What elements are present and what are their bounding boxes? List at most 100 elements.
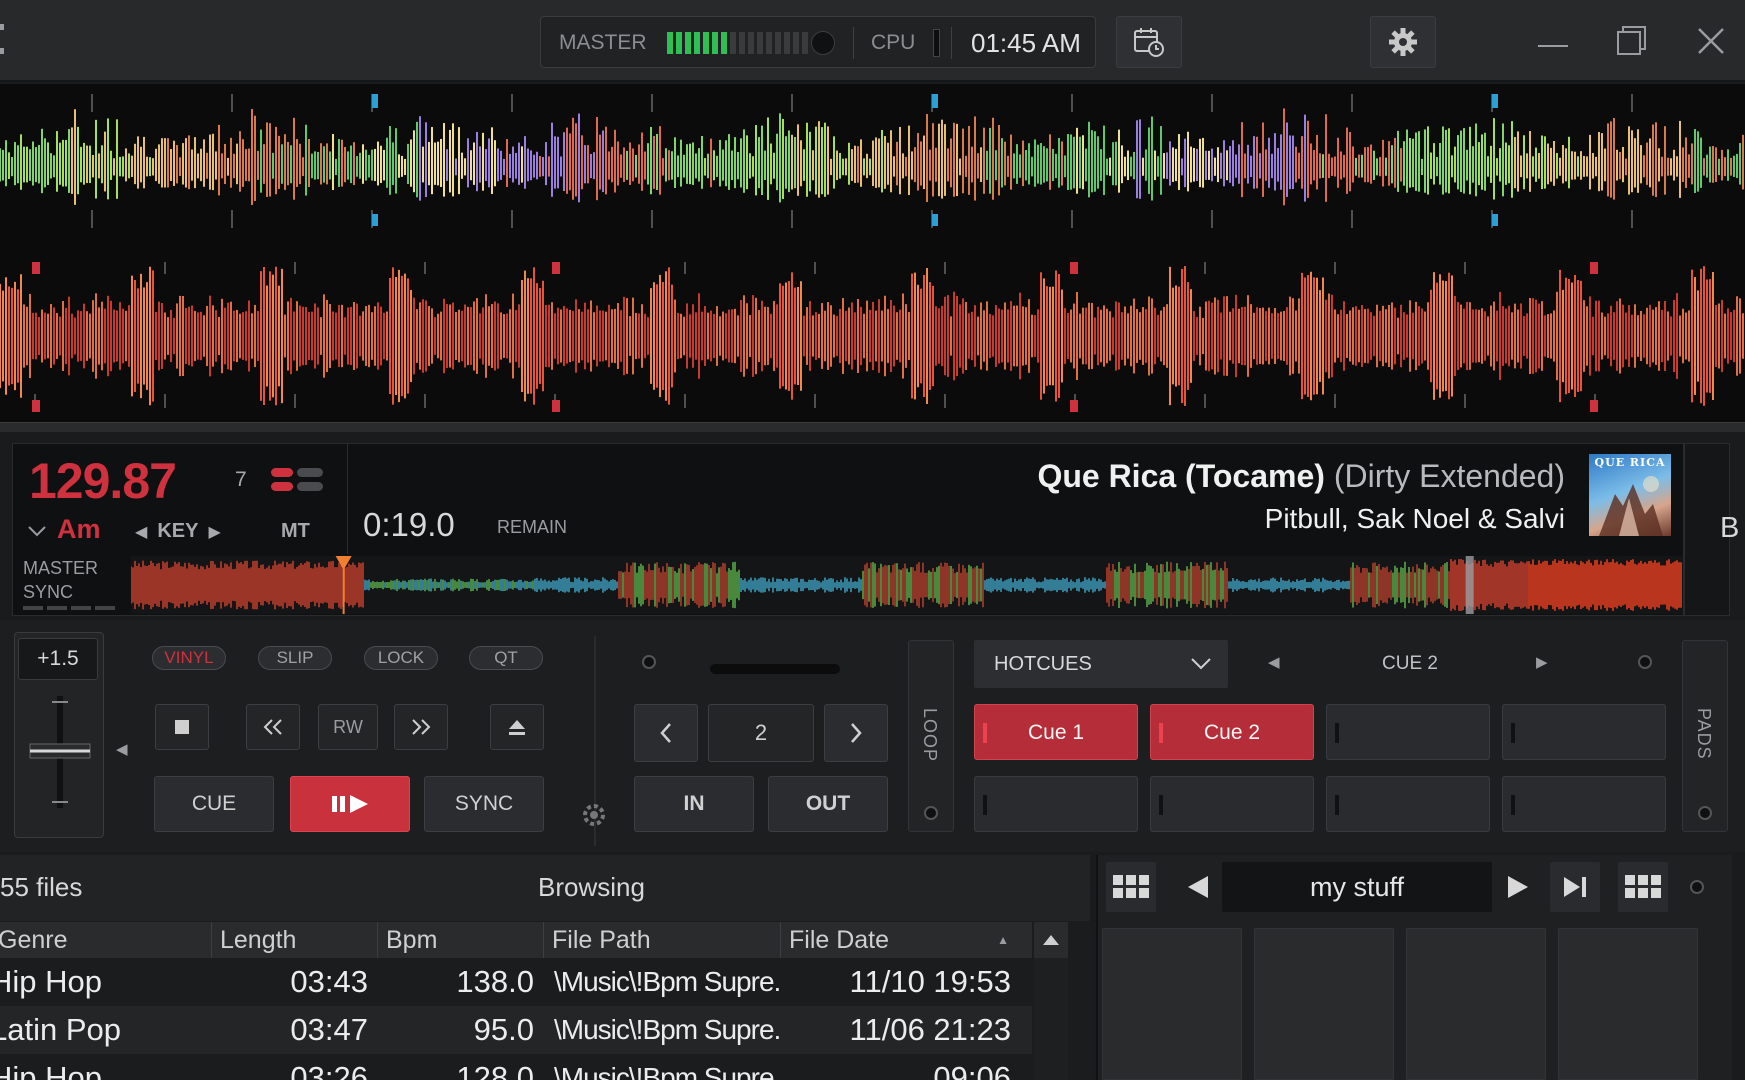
meter-segment (784, 32, 790, 54)
minimize-button[interactable] (1528, 16, 1578, 66)
hotcue-pad-4[interactable] (1502, 704, 1666, 760)
column-file-path[interactable]: File Path (544, 922, 781, 958)
recorder-button[interactable] (1116, 16, 1182, 68)
bpm-display[interactable]: 129.87 (29, 452, 177, 510)
sampler-slot[interactable] (1406, 928, 1546, 1080)
scrolling-waveforms[interactable] (0, 84, 1745, 422)
stop-button[interactable] (155, 704, 209, 750)
pitch-reset-icon[interactable]: ◀ (116, 740, 128, 758)
sampler-slot[interactable] (1102, 928, 1242, 1080)
rw-button[interactable]: RW (318, 704, 378, 750)
loop-out-button[interactable]: OUT (768, 776, 888, 832)
master-level-meter (667, 32, 808, 54)
loop-double-button[interactable] (824, 704, 888, 762)
close-button[interactable] (1686, 16, 1736, 66)
loop-in-button[interactable]: IN (634, 776, 754, 832)
play-pause-button[interactable] (290, 776, 410, 832)
sampler-prev-button[interactable] (1176, 862, 1220, 912)
meter-segment (775, 32, 781, 54)
table-row[interactable]: Hip Hop 03:43 138.0 \Music\!Bpm Supre... 11/… (0, 958, 1032, 1006)
column-genre[interactable]: Genre (0, 922, 212, 958)
triangle-right-icon (1508, 876, 1528, 898)
double-chevron-left-icon (263, 719, 282, 735)
hotcue-pad-2[interactable]: Cue 2 (1150, 704, 1314, 760)
cell-genre: Latin Pop (0, 1012, 121, 1047)
time-mode-label[interactable]: REMAIN (497, 517, 567, 538)
loop-roll-slider[interactable] (710, 664, 840, 674)
vinyl-button[interactable]: VINYL (152, 646, 226, 670)
settings-button[interactable] (1370, 16, 1436, 68)
meter-segment (667, 32, 673, 54)
sampler-grid-button[interactable] (1106, 862, 1156, 912)
hotcue-pad-8[interactable] (1502, 776, 1666, 832)
menu-edge-icon[interactable] (0, 20, 6, 60)
grid-icon (1625, 875, 1661, 898)
loop-side-led[interactable] (924, 806, 938, 820)
pads-led[interactable] (1638, 655, 1652, 669)
chevron-right-icon (851, 723, 862, 743)
hotcue-pad-3[interactable] (1326, 704, 1490, 760)
lock-button[interactable]: LOCK (364, 646, 438, 670)
hotcue-pad-7[interactable] (1326, 776, 1490, 832)
forward-fast-button[interactable] (394, 704, 448, 750)
loop-halve-button[interactable] (634, 704, 698, 762)
meter-segment (703, 32, 709, 54)
album-art-image (1599, 476, 1663, 536)
pitch-slider[interactable] (22, 690, 98, 812)
sort-asc-icon: ▲ (997, 933, 1009, 947)
track-overview-waveform[interactable] (131, 556, 1683, 614)
pitch-range-icon[interactable] (271, 466, 325, 494)
meter-segment (694, 32, 700, 54)
column-file-date-label: File Date (789, 926, 890, 954)
meter-segment (730, 32, 736, 54)
stop-icon (175, 720, 189, 734)
sampler-bank-name[interactable]: my stuff (1222, 862, 1492, 912)
sampler-led[interactable] (1690, 880, 1704, 894)
cell-date: 11/10 19:53 (849, 964, 1011, 999)
pitch-value[interactable]: +1.5 (18, 638, 98, 680)
time-display[interactable]: 0:19.0 (363, 506, 455, 544)
scroll-up-button[interactable] (1034, 922, 1068, 958)
chevron-down-icon[interactable] (27, 524, 47, 538)
sampler-play-all-button[interactable] (1550, 862, 1600, 912)
table-row[interactable]: Hip Hop 03:26 128.0 \Music\!Bpm Supre... 09:… (0, 1054, 1032, 1080)
key-down-icon[interactable]: ◀ (135, 522, 147, 542)
maximize-button[interactable] (1606, 16, 1656, 66)
deck-options-gear-icon[interactable] (581, 802, 607, 828)
eject-button[interactable] (490, 704, 544, 750)
slip-button[interactable]: SLIP (258, 646, 332, 670)
skip-next-icon (1564, 877, 1586, 897)
sampler-next-button[interactable] (1496, 862, 1540, 912)
sampler-grid-button-2[interactable] (1618, 862, 1668, 912)
key-up-icon[interactable]: ▶ (208, 522, 220, 542)
cell-bpm: 138.0 (456, 964, 534, 999)
play-pause-icon (332, 795, 368, 813)
master-volume-knob[interactable] (811, 31, 835, 55)
sync-button[interactable]: SYNC (424, 776, 544, 832)
loop-size-display[interactable]: 2 (708, 704, 814, 762)
loop-label: LOOP (920, 708, 940, 763)
column-length[interactable]: Length (212, 922, 378, 958)
table-row[interactable]: Latin Pop 03:47 95.0 \Music\!Bpm Supre... 11… (0, 1006, 1032, 1054)
pads-side-led[interactable] (1698, 806, 1712, 820)
quantize-button[interactable]: QT (469, 646, 543, 670)
file-count: 55 files (0, 872, 83, 902)
clock: 01:45 AM (971, 28, 1081, 58)
browser-status: Browsing (538, 872, 645, 902)
pad-page-next-icon[interactable]: ▶ (1536, 653, 1548, 671)
rewind-fast-button[interactable] (246, 704, 300, 750)
column-bpm[interactable]: Bpm (378, 922, 544, 958)
master-tempo-button[interactable]: MT (281, 520, 310, 543)
pad-mode-dropdown[interactable]: HOTCUES (974, 640, 1228, 688)
cue-button[interactable]: CUE (154, 776, 274, 832)
sampler-slot[interactable] (1254, 928, 1394, 1080)
hotcue-pad-6[interactable] (1150, 776, 1314, 832)
hotcue-pad-1[interactable]: Cue 1 (974, 704, 1138, 760)
master-sync-indicator[interactable]: MASTER SYNC (23, 556, 98, 604)
track-artist: Pitbull, Sak Noel & Salvi (1264, 503, 1565, 534)
sampler-slot[interactable] (1558, 928, 1698, 1080)
end-marker (1465, 556, 1474, 614)
hotcue-pad-5[interactable] (974, 776, 1138, 832)
pad-page-prev-icon[interactable]: ◀ (1268, 653, 1280, 671)
column-file-date[interactable]: File Date ▲ (781, 922, 1021, 958)
